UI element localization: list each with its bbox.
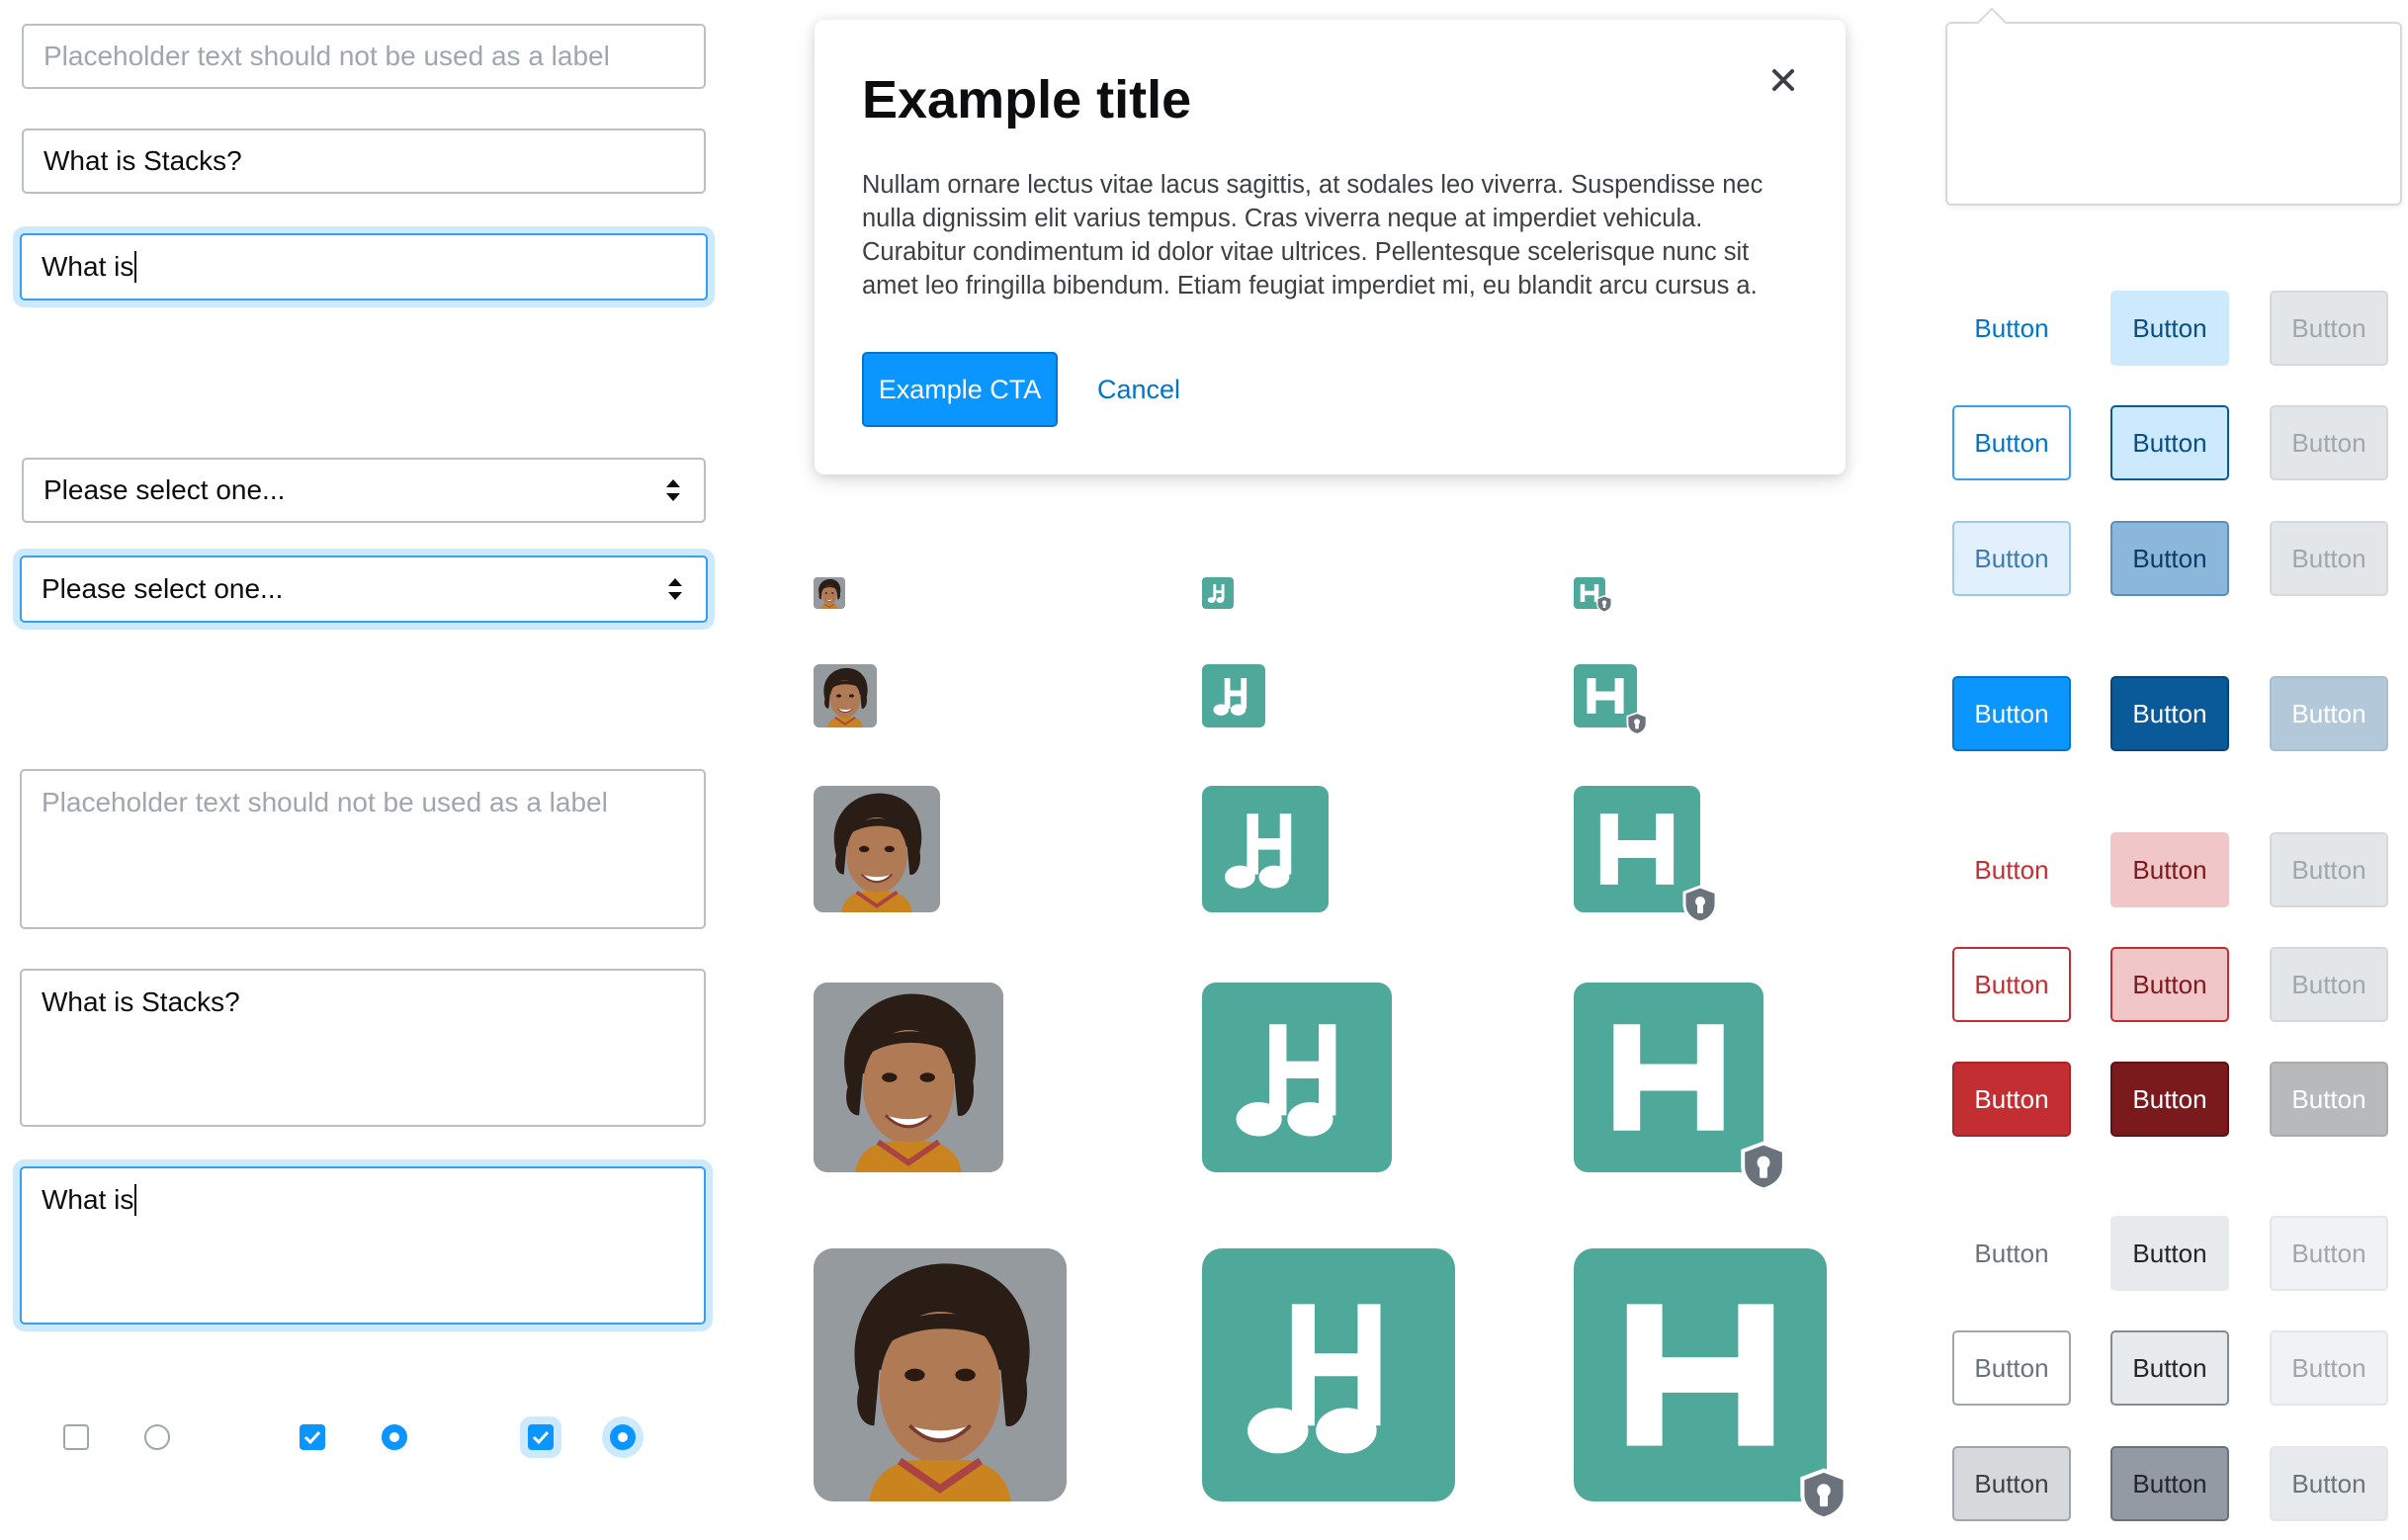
button-danger-filled[interactable]: Button: [1952, 1062, 2071, 1137]
cancel-button[interactable]: Cancel: [1070, 352, 1208, 427]
button-clear-disabled[interactable]: Button: [2270, 291, 2388, 366]
textarea-value: What is Stacks?: [42, 986, 240, 1017]
modal-dialog: Example title Nullam ornare lectus vitae…: [815, 20, 1846, 474]
textarea-focused[interactable]: What is: [20, 1166, 706, 1325]
popover-arrow: [1976, 7, 2008, 39]
user-avatar-lg: [814, 983, 1003, 1172]
radio-checked[interactable]: [382, 1424, 407, 1450]
site-icon-h-md: [1574, 786, 1700, 912]
button-muted-clear-disabled[interactable]: Button: [2270, 1216, 2388, 1291]
select-value: Please select one...: [43, 474, 286, 505]
button-danger-clear-disabled[interactable]: Button: [2270, 832, 2388, 907]
button-muted-outlined[interactable]: Button: [1952, 1330, 2071, 1406]
shield-icon: [1738, 1141, 1789, 1192]
user-avatar-xl: [814, 1248, 1067, 1501]
checkbox-checked[interactable]: [300, 1424, 325, 1450]
text-input-focused[interactable]: What is: [20, 233, 708, 300]
button-filled[interactable]: Button: [1952, 521, 2071, 596]
site-icon-music-sm: [1202, 664, 1265, 727]
shield-icon: [1625, 712, 1649, 735]
button-danger-outlined-selected[interactable]: Button: [2110, 947, 2229, 1022]
button-primary[interactable]: Button: [1952, 676, 2071, 751]
letter-h-icon: [1574, 1248, 1827, 1501]
input-value: What is Stacks?: [43, 145, 242, 176]
music-note-icon: [1202, 786, 1329, 912]
button-muted-filled-disabled[interactable]: Button: [2270, 1446, 2388, 1521]
text-input-placeholder[interactable]: Placeholder text should not be used as a…: [22, 24, 706, 89]
user-avatar-md: [814, 786, 940, 912]
button-muted-outlined-selected[interactable]: Button: [2110, 1330, 2229, 1406]
text-caret: [134, 1184, 137, 1216]
checkbox-unchecked[interactable]: [63, 1424, 89, 1450]
button-muted-clear-selected[interactable]: Button: [2110, 1216, 2229, 1291]
user-avatar-xs: [814, 577, 845, 609]
site-icon-music-md: [1202, 786, 1329, 912]
text-caret: [134, 251, 137, 283]
button-muted-filled-selected[interactable]: Button: [2110, 1446, 2229, 1521]
textarea-focused-value: What is: [42, 1184, 134, 1215]
button-danger-clear-selected[interactable]: Button: [2110, 832, 2229, 907]
select-dropdown[interactable]: Please select one...: [22, 458, 706, 523]
radio-unchecked[interactable]: [144, 1424, 170, 1450]
button-muted-outlined-disabled[interactable]: Button: [2270, 1330, 2388, 1406]
input-placeholder-text: Placeholder text should not be used as a…: [43, 41, 610, 71]
site-icon-h-sm: [1574, 664, 1637, 727]
select-arrows-icon: [666, 479, 680, 501]
button-clear[interactable]: Button: [1952, 291, 2071, 366]
select-arrows-icon: [668, 578, 682, 600]
popover: [1945, 7, 2402, 206]
check-icon: [532, 1430, 550, 1445]
select-dropdown-focused[interactable]: Please select one...: [20, 556, 708, 623]
site-icon-h-xl: [1574, 1248, 1827, 1501]
radio-checked-focused[interactable]: [610, 1424, 636, 1450]
button-muted-clear[interactable]: Button: [1952, 1216, 2071, 1291]
checkbox-checked-focused[interactable]: [528, 1424, 554, 1450]
button-outlined-disabled[interactable]: Button: [2270, 405, 2388, 480]
cta-button[interactable]: Example CTA: [862, 352, 1058, 427]
shield-icon: [1595, 595, 1613, 613]
select-focused-value: Please select one...: [42, 573, 284, 604]
close-icon[interactable]: [1764, 61, 1802, 99]
shield-icon: [1680, 885, 1720, 924]
button-danger-outlined-disabled[interactable]: Button: [2270, 947, 2388, 1022]
button-muted-filled[interactable]: Button: [1952, 1446, 2071, 1521]
site-icon-h-lg: [1574, 983, 1763, 1172]
site-icon-h-xs: [1574, 577, 1605, 609]
button-clear-selected[interactable]: Button: [2110, 291, 2229, 366]
site-icon-music-xl: [1202, 1248, 1455, 1501]
input-focused-value: What is: [42, 251, 134, 282]
user-avatar-sm: [814, 664, 877, 727]
shield-icon: [1797, 1468, 1850, 1521]
music-note-icon: [1202, 1248, 1455, 1501]
button-primary-selected[interactable]: Button: [2110, 676, 2229, 751]
button-outlined[interactable]: Button: [1952, 405, 2071, 480]
button-danger-clear[interactable]: Button: [1952, 832, 2071, 907]
button-primary-disabled[interactable]: Button: [2270, 676, 2388, 751]
button-danger-outlined[interactable]: Button: [1952, 947, 2071, 1022]
site-icon-music-lg: [1202, 983, 1392, 1172]
button-danger-filled-disabled[interactable]: Button: [2270, 1062, 2388, 1137]
site-icon-music-xs: [1202, 577, 1234, 609]
button-danger-filled-selected[interactable]: Button: [2110, 1062, 2229, 1137]
text-input-filled[interactable]: What is Stacks?: [22, 128, 706, 194]
button-outlined-selected[interactable]: Button: [2110, 405, 2229, 480]
check-icon: [303, 1430, 321, 1445]
textarea-placeholder-text: Placeholder text should not be used as a…: [42, 787, 608, 817]
music-note-icon: [1202, 664, 1265, 727]
textarea-filled[interactable]: What is Stacks?: [20, 969, 706, 1127]
music-note-icon: [1202, 983, 1392, 1172]
letter-h-icon: [1574, 983, 1763, 1172]
textarea-placeholder[interactable]: Placeholder text should not be used as a…: [20, 769, 706, 929]
button-filled-selected[interactable]: Button: [2110, 521, 2229, 596]
button-filled-disabled[interactable]: Button: [2270, 521, 2388, 596]
music-note-icon: [1202, 577, 1234, 609]
modal-title: Example title: [862, 70, 1192, 129]
modal-body: Nullam ornare lectus vitae lacus sagitti…: [862, 171, 1763, 299]
